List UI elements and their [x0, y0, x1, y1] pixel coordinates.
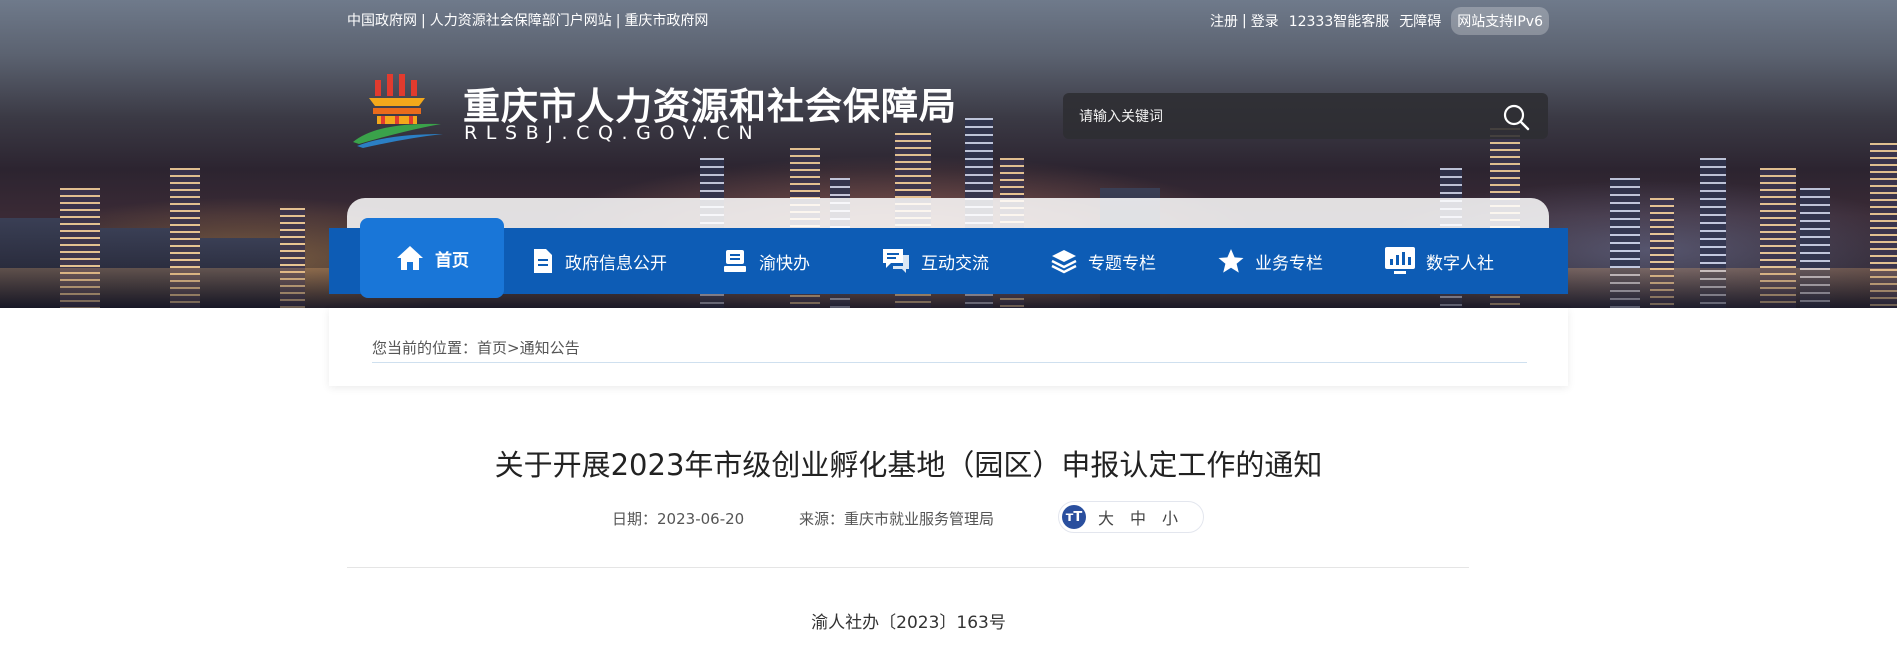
- breadcrumb: 您当前的位置：首页>通知公告: [372, 337, 580, 358]
- font-size-small[interactable]: 小: [1162, 505, 1178, 529]
- chat-icon: [883, 249, 909, 273]
- register-link[interactable]: 注册: [1210, 11, 1238, 31]
- link-mohrss[interactable]: 人力资源社会保障部门户网站: [430, 13, 612, 29]
- login-link[interactable]: 登录: [1251, 11, 1279, 31]
- accessibility-link[interactable]: 无障碍: [1399, 11, 1441, 31]
- main-nav: 政府信息公开 渝快办 互动交流 专题专栏 业务专栏 数字人社: [329, 228, 1568, 294]
- home-icon: [397, 246, 423, 270]
- article-divider: [347, 567, 1469, 568]
- top-links-right: 注册 | 登录 12333智能客服 无障碍 网站支持IPv6: [1210, 7, 1549, 35]
- stamp-icon: [724, 250, 746, 272]
- search-box: [1063, 93, 1548, 141]
- nav-label: 渝快办: [759, 253, 810, 274]
- breadcrumb-home-link[interactable]: 首页: [477, 339, 507, 357]
- nav-item-interaction[interactable]: 互动交流: [881, 228, 989, 294]
- monitor-chart-icon: [1385, 247, 1415, 274]
- article-date: 日期：2023-06-20: [612, 508, 744, 529]
- nav-label: 互动交流: [921, 253, 989, 274]
- nav-item-topics[interactable]: 专题专栏: [1050, 228, 1156, 294]
- date-value: 2023-06-20: [657, 510, 745, 528]
- nav-label: 首页: [435, 250, 469, 271]
- ipv6-badge: 网站支持IPv6: [1451, 7, 1549, 35]
- breadcrumb-prefix: 您当前的位置：: [372, 339, 478, 357]
- smart-service-link[interactable]: 12333智能客服: [1289, 11, 1390, 31]
- breadcrumb-underline: [372, 362, 1527, 363]
- document-icon: [534, 249, 552, 273]
- source-label: 来源：: [799, 510, 845, 528]
- breadcrumb-card: 您当前的位置：首页>通知公告: [329, 308, 1568, 386]
- search-icon[interactable]: [1502, 103, 1530, 131]
- nav-item-home[interactable]: 首页: [360, 218, 504, 298]
- nav-item-business[interactable]: 业务专栏: [1217, 228, 1323, 294]
- source-value: 重庆市就业服务管理局: [844, 510, 995, 528]
- document-number: 渝人社办〔2023〕163号: [811, 613, 1006, 633]
- article-title: 关于开展2023年市级创业孵化基地（园区）申报认定工作的通知: [494, 448, 1323, 482]
- font-size-icon: тT: [1062, 505, 1086, 529]
- breadcrumb-separator: >: [507, 339, 520, 357]
- layers-icon: [1051, 250, 1077, 274]
- bureau-logo-icon: [353, 74, 443, 148]
- nav-label: 政府信息公开: [565, 253, 667, 274]
- font-size-switcher: тT 大 中 小: [1058, 501, 1204, 533]
- font-size-large[interactable]: 大: [1098, 505, 1114, 529]
- article-source: 来源：重庆市就业服务管理局: [799, 508, 994, 529]
- date-label: 日期：: [612, 510, 658, 528]
- link-cq-gov[interactable]: 重庆市政府网: [624, 13, 708, 29]
- font-size-medium[interactable]: 中: [1130, 505, 1146, 529]
- link-gov-cn[interactable]: 中国政府网: [347, 13, 417, 29]
- nav-label: 业务专栏: [1255, 253, 1323, 274]
- star-icon: [1218, 249, 1244, 273]
- top-links-left: 中国政府网 | 人力资源社会保障部门户网站 | 重庆市政府网: [347, 13, 709, 29]
- search-input[interactable]: [1077, 93, 1481, 141]
- nav-item-yukuaiban[interactable]: 渝快办: [723, 228, 810, 294]
- nav-item-digital[interactable]: 数字人社: [1384, 228, 1494, 294]
- site-domain: RLSBJ.CQ.GOV.CN: [464, 122, 762, 144]
- nav-label: 专题专栏: [1088, 253, 1156, 274]
- nav-item-gov-info[interactable]: 政府信息公开: [531, 228, 667, 294]
- breadcrumb-current-link[interactable]: 通知公告: [520, 339, 580, 357]
- nav-label: 数字人社: [1426, 253, 1494, 274]
